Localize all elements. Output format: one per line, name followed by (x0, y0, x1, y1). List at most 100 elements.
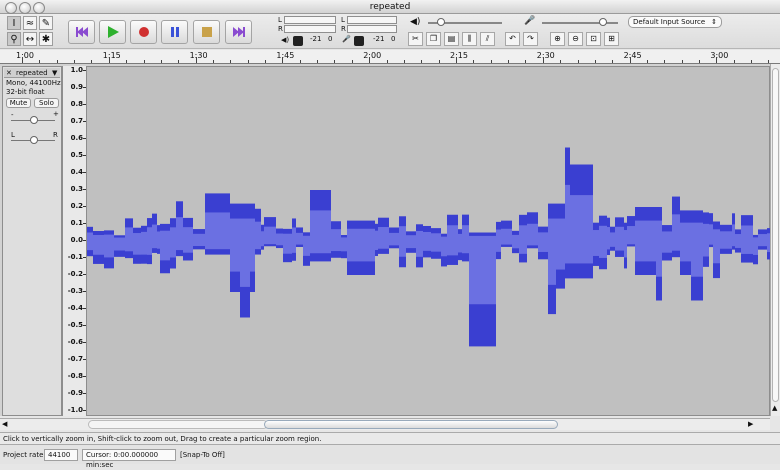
copy-icon[interactable]: ❐ (426, 32, 441, 46)
record-button[interactable] (130, 20, 157, 44)
waveform-display[interactable] (86, 66, 774, 416)
input-meter-db-label: -21 (373, 35, 385, 43)
waveform-rms (672, 214, 680, 251)
input-meter-right (347, 25, 397, 33)
waveform-rms (570, 195, 581, 264)
waveform-rms (599, 225, 607, 258)
skip-to-end-button[interactable] (225, 20, 252, 44)
zoom-window-button[interactable] (33, 2, 45, 14)
stop-button[interactable] (193, 20, 220, 44)
waveform-rms (220, 212, 230, 250)
output-meter-menu-icon[interactable] (293, 36, 303, 46)
project-rate-field[interactable]: 44100 (44, 449, 78, 461)
waveform-rms (310, 210, 320, 254)
waveform-rms (753, 237, 758, 255)
fit-selection-icon[interactable]: ⊡ (586, 32, 601, 46)
waveform-rms (331, 229, 341, 252)
close-window-button[interactable] (5, 2, 17, 14)
pan-slider-knob[interactable] (30, 136, 38, 144)
ruler-tick (56, 60, 58, 63)
ruler-tick (265, 60, 267, 63)
waveform-rms (399, 226, 406, 257)
scroll-right-arrow-icon[interactable]: ▶ (748, 420, 753, 428)
trim-icon[interactable]: ⫼ (462, 32, 477, 46)
snap-to-status[interactable]: [Snap-To Off] (180, 451, 225, 459)
solo-button[interactable]: Solo (34, 98, 59, 108)
redo-icon[interactable]: ↷ (523, 32, 538, 46)
waveform-rms (496, 229, 501, 252)
waveform-rms (205, 212, 212, 250)
zoom-tool-icon[interactable]: ⚲ (7, 32, 21, 46)
pan-right-label: R (53, 131, 58, 139)
skip-end-icon (233, 27, 245, 37)
output-meter-db-label: -21 (310, 35, 322, 43)
ruler-tick (386, 60, 388, 63)
input-source-dropdown[interactable]: Default Input Source ⇕ (628, 16, 722, 28)
horizontal-scroll-thumb-left[interactable] (88, 420, 268, 429)
input-meter-label-r: R (341, 25, 346, 33)
timeline-ruler[interactable]: 1:00 1:15 1:30 1:45 2:00 2:15 2:30 2:45 3:00 (0, 50, 780, 64)
output-meter-label-l: L (278, 16, 282, 24)
gain-slider-knob[interactable] (30, 116, 38, 124)
waveform-rms (741, 225, 753, 254)
zoom-in-icon[interactable]: ⊕ (550, 32, 565, 46)
waveform-rms (276, 233, 283, 246)
fit-project-icon[interactable]: ⊞ (604, 32, 619, 46)
paste-icon[interactable]: ▤ (444, 32, 459, 46)
cut-icon[interactable]: ✂ (408, 32, 423, 46)
skip-to-start-button[interactable] (68, 20, 95, 44)
waveform-rms (125, 227, 133, 252)
ruler-tick (629, 57, 631, 63)
draw-tool-icon[interactable]: ✎ (39, 16, 53, 30)
track-menu-icon[interactable]: ▼ (52, 69, 57, 77)
play-button[interactable] (99, 20, 126, 44)
ruler-tick (456, 57, 457, 63)
amplitude-ruler[interactable]: 1.0 0.9 0.8 0.7 0.6 0.5 0.4 0.3 0.2 0.1 0.0 -0.1 -0.… (62, 66, 86, 416)
waveform-rms (691, 222, 703, 277)
mute-button[interactable]: Mute (6, 98, 31, 108)
waveform-rms (104, 234, 114, 258)
input-volume-knob[interactable] (598, 18, 607, 26)
ruler-tick (282, 57, 284, 63)
ruler-tick (716, 57, 718, 63)
scroll-up-arrow-icon[interactable]: ▲ (772, 404, 777, 412)
minimize-window-button[interactable] (19, 2, 31, 14)
scroll-left-arrow-icon[interactable]: ◀ (2, 420, 7, 428)
amplitude-tick-label: -0.1 (67, 253, 83, 261)
vertical-scroll-thumb[interactable] (772, 68, 779, 402)
waveform-rms (250, 218, 255, 272)
output-meter-left (284, 16, 336, 24)
waveform-rms (709, 224, 713, 245)
ruler-tick (560, 60, 562, 63)
pause-button[interactable] (161, 20, 188, 44)
input-meter-zero-label: 0 (391, 35, 396, 43)
waveform-rms (548, 218, 556, 285)
waveform-rms (147, 227, 152, 255)
vertical-scrollbar[interactable]: ▲ (770, 64, 780, 416)
output-volume-knob[interactable] (437, 18, 446, 26)
horizontal-scrollbar[interactable]: ◀ ▶ (0, 418, 770, 430)
amplitude-tick-label: 0.4 (70, 168, 83, 176)
waveform-rms (703, 223, 709, 257)
waveform-rms (482, 235, 485, 305)
waveform-rms (423, 231, 431, 251)
waveform-rms (160, 230, 170, 261)
envelope-tool-icon[interactable]: ≈ (23, 16, 37, 30)
zoom-out-icon[interactable]: ⊖ (568, 32, 583, 46)
waveform-rms (556, 218, 565, 270)
input-meter-menu-icon[interactable] (354, 36, 364, 46)
silence-icon[interactable]: ⫽ (480, 32, 495, 46)
multi-tool-icon[interactable]: ✱ (39, 32, 53, 46)
selection-tool-icon[interactable]: I (7, 16, 21, 30)
horizontal-scroll-thumb[interactable] (264, 420, 558, 429)
waveform-rms (176, 217, 183, 251)
undo-icon[interactable]: ↶ (505, 32, 520, 46)
waveform-rms (615, 226, 624, 251)
track-name-bar[interactable]: ✕ repeated ▼ (4, 68, 60, 78)
waveform-rms (758, 234, 767, 247)
timeshift-tool-icon[interactable]: ↔ (23, 32, 37, 46)
waveform-rms (656, 220, 662, 277)
close-track-icon[interactable]: ✕ (6, 69, 12, 77)
waveform-rms (261, 231, 264, 247)
waveform-rms (378, 227, 389, 249)
